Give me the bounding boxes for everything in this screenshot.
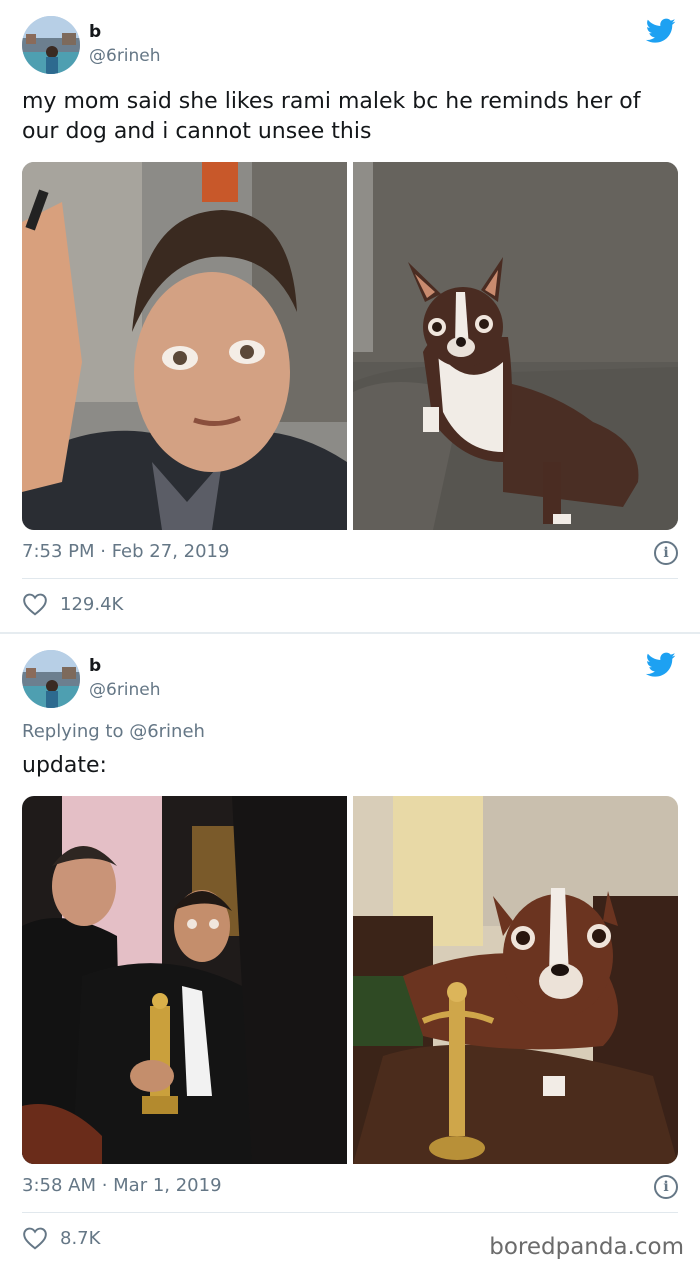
tweet-card: b @6rineh my mom said she likes rami mal…: [0, 0, 700, 632]
tweet-timestamp[interactable]: 7:53 PM · Feb 27, 2019: [22, 541, 229, 562]
twitter-bird-icon: [646, 652, 676, 677]
photo-dog-with-oscar[interactable]: [353, 796, 678, 1164]
tweet-text: my mom said she likes rami malek bc he r…: [22, 89, 641, 144]
display-name[interactable]: b: [89, 22, 101, 42]
heart-icon: [23, 593, 47, 616]
divider: [22, 578, 678, 579]
like-button[interactable]: 129.4K: [22, 592, 123, 616]
display-name[interactable]: b: [89, 656, 101, 676]
user-handle[interactable]: @6rineh: [89, 680, 161, 700]
heart-icon: [23, 1227, 47, 1250]
tweet-card: b @6rineh Replying to @6rineh update: 3:…: [0, 634, 700, 1269]
photo-man-with-oscar[interactable]: [22, 796, 347, 1164]
media-grid: [22, 796, 678, 1164]
photo-dog-on-couch[interactable]: [353, 162, 678, 530]
replying-to[interactable]: Replying to @6rineh: [22, 721, 205, 742]
avatar[interactable]: [22, 16, 80, 74]
like-button[interactable]: 8.7K: [22, 1226, 100, 1250]
like-count: 8.7K: [60, 1227, 101, 1249]
photo-man-portrait[interactable]: [22, 162, 347, 530]
user-handle[interactable]: @6rineh: [89, 46, 161, 66]
info-icon[interactable]: i: [654, 541, 678, 565]
info-icon[interactable]: i: [654, 1175, 678, 1199]
like-count: 129.4K: [60, 593, 124, 615]
twitter-bird-icon: [646, 18, 676, 43]
media-grid: [22, 162, 678, 530]
divider: [22, 1212, 678, 1213]
tweet-timestamp[interactable]: 3:58 AM · Mar 1, 2019: [22, 1175, 222, 1196]
watermark-text: boredpanda.com: [489, 1234, 684, 1260]
tweet-text: update:: [22, 753, 107, 778]
avatar[interactable]: [22, 650, 80, 708]
